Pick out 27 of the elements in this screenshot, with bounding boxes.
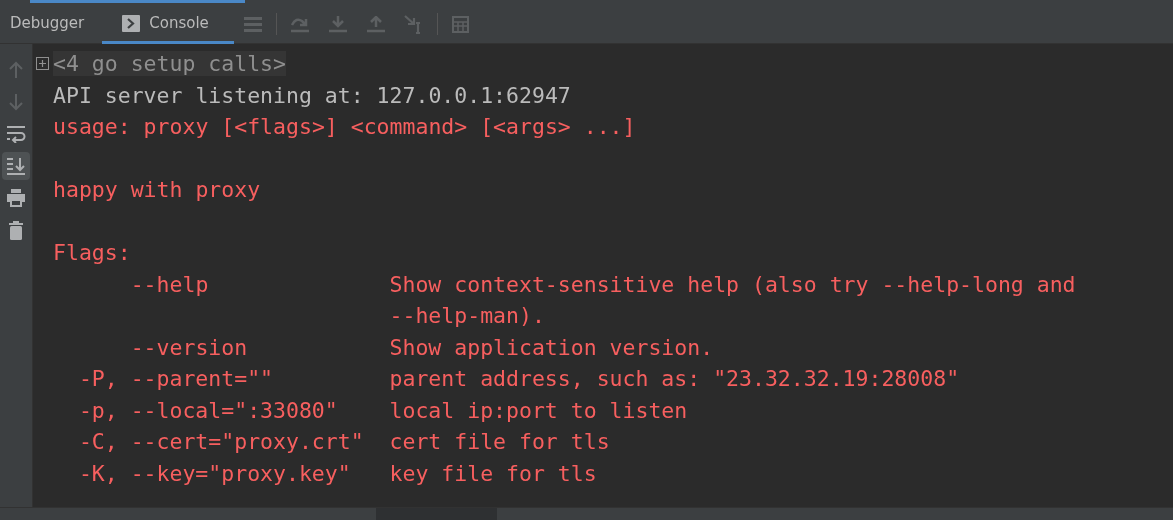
flag-name: -p, --local=":33080" [78, 397, 338, 423]
console-output-line: API server listening at: 127.0.0.1:62947 [53, 82, 571, 108]
console-output-line: Flags: [53, 240, 131, 266]
expand-icon[interactable] [36, 57, 49, 71]
flag-name: --help [130, 271, 209, 297]
flag-description: key file for tls [389, 460, 597, 486]
flag-description: parent address, such as: "23.32.32.19:28008" [389, 366, 960, 392]
flag-name: -K, --key="proxy.key" [78, 460, 351, 486]
down-arrow-icon [8, 93, 24, 111]
console-tool-button[interactable] [2, 152, 30, 180]
flag-description: cert file for tls [389, 429, 610, 455]
flag-description: local ip:port to listen [389, 397, 688, 423]
trash-icon [8, 220, 24, 240]
console-output-line: usage: proxy [<flags>] <command> [<args> ...] [53, 114, 636, 140]
folded-calls-text[interactable]: <4 go setup calls> [53, 51, 286, 77]
flag-name: -P, --parent="" [78, 366, 274, 392]
flag-description: --help-man). [389, 303, 545, 329]
scroll-to-end-icon [6, 157, 26, 175]
panel-tab[interactable]: Debugger [0, 5, 103, 44]
flag-description: Show application version. [389, 334, 714, 360]
console-output-line: happy with proxy [53, 177, 261, 203]
flag-name: -C, --cert="proxy.crt" [78, 429, 364, 455]
up-arrow-icon [8, 61, 24, 79]
printer-icon [6, 189, 26, 207]
soft-wrap-icon [6, 125, 26, 143]
flag-name: --version [130, 334, 248, 360]
flag-description: Show context-sensitive help (also try --help-long and [389, 271, 1076, 297]
